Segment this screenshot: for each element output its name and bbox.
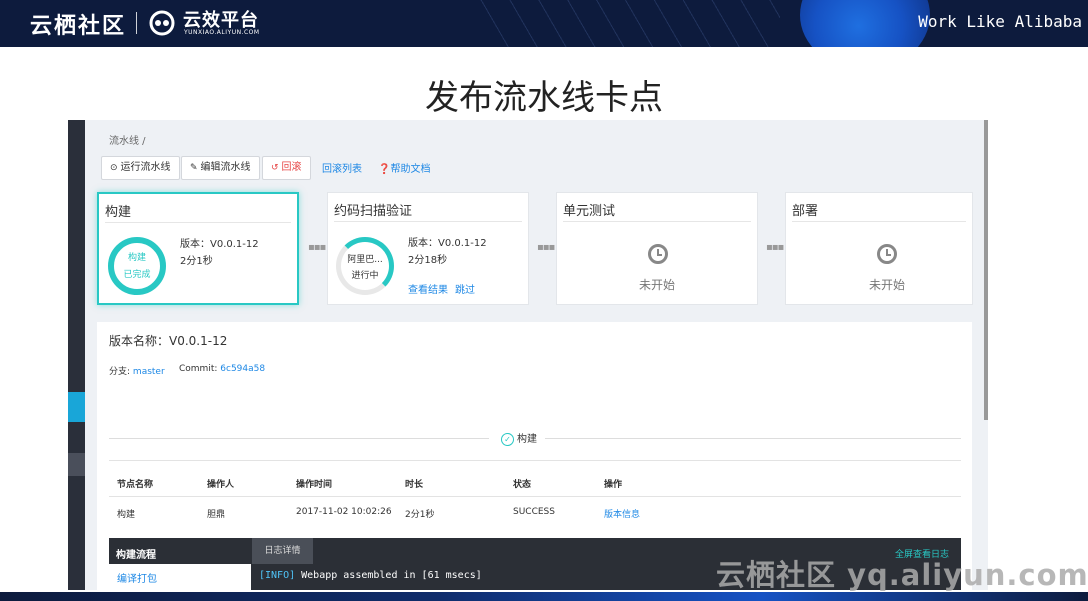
stage-duration: 2分1秒 <box>180 256 213 267</box>
ring-label: 阿里巴... <box>347 255 383 265</box>
stage-divider <box>792 221 966 222</box>
yunxiao-logo-subtext: YUNXIAO.ALIYUN.COM <box>184 29 260 36</box>
stage-duration: 2分18秒 <box>408 255 448 266</box>
stage-title: 部署 <box>792 204 819 219</box>
help-docs-link[interactable]: ❓帮助文档 <box>378 160 430 175</box>
rollback-label: 回滚 <box>281 162 302 173</box>
stage-title: 约码扫描验证 <box>334 204 413 219</box>
table-header-rule <box>109 496 961 497</box>
view-results-link[interactable]: 查看结果 <box>408 281 448 296</box>
stage-divider <box>334 221 522 222</box>
branch-link[interactable]: master <box>133 367 165 377</box>
rollback-button[interactable]: ↺ 回滚 <box>262 156 311 180</box>
stage-deploy[interactable]: 部署 未开始 <box>785 192 973 305</box>
log-message: Webapp assembled in [61 msecs] <box>295 570 482 581</box>
table-top-rule <box>109 460 961 461</box>
cell-status: SUCCESS <box>513 507 555 517</box>
cell-node-name: 构建 <box>117 510 136 520</box>
log-step-list: 编译打包 <box>109 564 251 590</box>
col-time: 操作时间 <box>296 480 333 490</box>
slogan: Work Like Alibaba <box>918 12 1082 31</box>
col-duration: 时长 <box>405 480 424 490</box>
run-pipeline-label: 运行流水线 <box>120 162 171 173</box>
version-info-link[interactable]: 版本信息 <box>604 507 640 520</box>
left-nav-bar <box>68 120 85 590</box>
nav-item[interactable] <box>68 453 85 476</box>
commit-label: Commit: <box>179 364 218 374</box>
stage-status: 未开始 <box>638 278 675 292</box>
stage-version: 版本：V0.0.1-12 <box>408 238 487 249</box>
cell-operator: 胆鼎 <box>207 510 226 520</box>
commit-info: Commit: 6c594a58 <box>179 364 265 374</box>
cell-duration: 2分1秒 <box>405 510 435 520</box>
slide: 云栖社区 云效平台 YUNXIAO.ALIYUN.COM Work Like A… <box>0 0 1088 601</box>
help-docs-label: 帮助文档 <box>390 164 431 175</box>
stage-unit-test[interactable]: 单元测试 未开始 <box>556 192 758 305</box>
app-screenshot: 流水线 / ⊙ 运行流水线 ✎ 编辑流水线 ↺ 回滚 回滚列表 ❓帮助文档 构建 构建… <box>68 120 988 590</box>
col-operator: 操作人 <box>207 480 235 490</box>
run-pipeline-button[interactable]: ⊙ 运行流水线 <box>101 156 180 180</box>
col-status: 状态 <box>513 480 532 490</box>
log-step-item[interactable]: 编译打包 <box>117 570 157 585</box>
col-action: 操作 <box>604 480 623 490</box>
progress-ring-running: 阿里巴... 进行中 <box>336 237 394 295</box>
scrollbar[interactable] <box>984 120 988 420</box>
log-level: [INFO] <box>259 570 296 581</box>
logo-divider <box>136 12 137 34</box>
edit-pipeline-button[interactable]: ✎ 编辑流水线 <box>181 156 260 180</box>
slide-title: 发布流水线卡点 <box>425 78 663 118</box>
progress-ring-complete: 构建 已完成 <box>108 237 166 295</box>
ring-label: 构建 <box>127 253 146 263</box>
play-icon: ⊙ <box>110 163 118 173</box>
col-node-name: 节点名称 <box>117 480 154 490</box>
stage-version: 版本：V0.0.1-12 <box>180 239 259 250</box>
undo-icon: ↺ <box>271 163 279 173</box>
build-section-label: 构建 <box>517 434 537 445</box>
log-title: 构建流程 <box>116 550 156 561</box>
stage-code-scan[interactable]: 约码扫描验证 阿里巴... 进行中 版本：V0.0.1-12 2分18秒 查看结… <box>327 192 529 305</box>
yunqi-logo-text: 云栖社区 <box>30 14 127 39</box>
stage-status: 未开始 <box>868 278 905 292</box>
tab-log-details[interactable]: 日志详情 <box>252 538 313 564</box>
stage-connector: ▪▪▪ <box>537 242 555 253</box>
check-circle-icon: ✓ <box>501 433 514 446</box>
cell-time: 2017-11-02 10:02:26 <box>296 507 392 517</box>
version-name: 版本名称：V0.0.1-12 <box>109 334 228 348</box>
stage-divider <box>563 221 751 222</box>
clock-icon <box>648 244 668 264</box>
stage-connector: ▪▪▪ <box>766 242 784 253</box>
edit-pipeline-label: 编辑流水线 <box>200 162 251 173</box>
log-line: [INFO] Webapp assembled in [61 msecs] <box>259 570 482 581</box>
stage-build[interactable]: 构建 构建 已完成 版本：V0.0.1-12 2分1秒 <box>97 192 299 305</box>
edit-icon: ✎ <box>190 163 198 173</box>
help-icon: ❓ <box>378 164 391 175</box>
banner-globe-graphic <box>800 0 930 47</box>
ring-status: 已完成 <box>123 270 151 280</box>
breadcrumb[interactable]: 流水线 / <box>109 132 146 147</box>
stage-connector: ▪▪▪ <box>308 242 326 253</box>
commit-link[interactable]: 6c594a58 <box>220 364 265 374</box>
rollback-list-link[interactable]: 回滚列表 <box>322 160 362 175</box>
branch-label: 分支: <box>109 367 131 377</box>
banner-decoration <box>480 0 780 47</box>
stage-divider <box>105 222 291 223</box>
stage-title: 构建 <box>105 205 132 220</box>
yunxiao-logo-icon <box>149 10 175 36</box>
build-detail-panel: 版本名称：V0.0.1-12 分支: master Commit: 6c594a… <box>97 322 972 590</box>
footer-bar <box>0 592 1088 601</box>
ring-status: 进行中 <box>351 271 379 281</box>
section-divider-right <box>545 438 961 439</box>
stage-title: 单元测试 <box>563 204 616 219</box>
build-section-header: ✓ 构建 <box>495 430 543 446</box>
watermark: 云栖社区 yq.aliyun.com <box>716 558 1088 592</box>
branch-info: 分支: master <box>109 364 165 377</box>
nav-active-item[interactable] <box>68 392 85 422</box>
clock-icon <box>877 244 897 264</box>
section-divider-left <box>109 438 489 439</box>
header-banner: 云栖社区 云效平台 YUNXIAO.ALIYUN.COM Work Like A… <box>0 0 1088 47</box>
skip-link[interactable]: 跳过 <box>455 281 475 296</box>
